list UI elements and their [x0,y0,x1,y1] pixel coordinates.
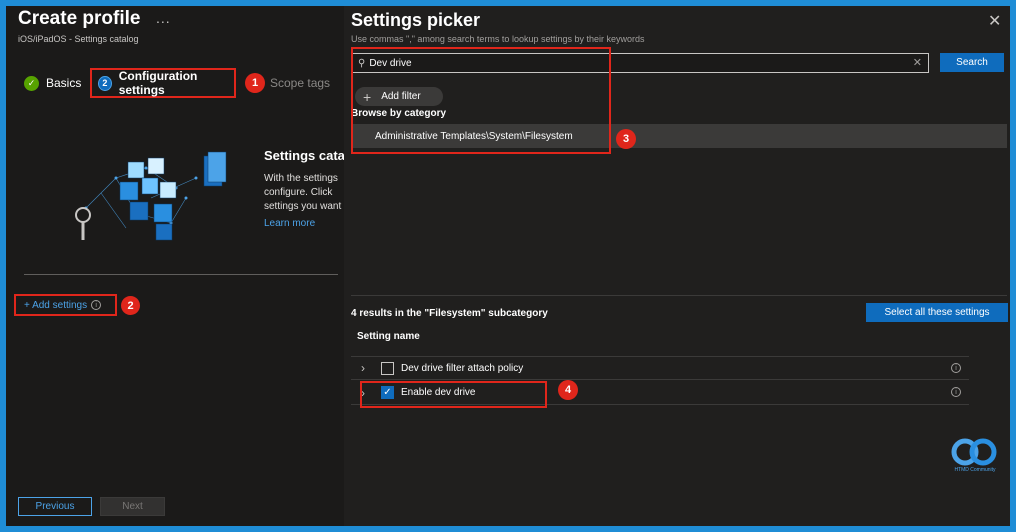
hero-description: With the settings configure. Click setti… [264,172,344,214]
tab-label: Scope tags [270,76,331,90]
close-icon[interactable]: ✕ [988,11,1001,31]
chevron-right-icon[interactable]: › [351,361,371,375]
callout-badge-1: 1 [245,73,265,93]
search-field[interactable]: ⚲ ✕ [351,53,929,73]
hero-line: With the settings [264,173,338,184]
more-options-button[interactable]: ... [156,10,171,26]
check-icon: ✓ [24,75,39,91]
callout-badge-2: 2 [121,296,140,315]
setting-label: Dev drive filter attach policy [401,362,524,374]
tab-basics[interactable]: ✓ Basics [24,68,81,98]
screen-frame: Create profile ... iOS/iPadOS - Settings… [6,6,1010,526]
setting-checkbox[interactable] [381,361,394,375]
info-icon[interactable]: i [951,387,961,397]
plus-icon: + [363,88,372,105]
chevron-right-icon[interactable]: › [351,386,371,400]
setting-label: Enable dev drive [401,387,476,398]
tab-label: Basics [46,76,82,90]
browse-by-category-label: Browse by category [351,108,447,119]
add-settings-label: + Add settings [24,299,88,311]
callout-badge-3: 3 [616,129,636,149]
tab-configuration-settings[interactable]: 2 Configuration settings [90,68,236,98]
setting-checkbox-checked[interactable]: ✓ [381,386,394,399]
column-header-setting-name: Setting name [357,331,420,342]
divider [24,274,338,275]
select-all-button[interactable]: Select all these settings [866,303,1008,322]
next-button[interactable]: Next [100,497,165,516]
settings-picker-panel: Settings picker ✕ Use commas "," among s… [344,6,1010,526]
divider [351,295,1007,296]
htmd-logo-icon [951,438,997,466]
search-input[interactable] [369,57,890,69]
tab-label: Configuration settings [118,69,198,97]
hero-title: Settings catalog [264,148,344,163]
logo-caption: HTMD Community [954,467,996,473]
hero-line: configure. Click [264,187,333,198]
table-row[interactable]: › Dev drive filter attach policy i [351,356,969,380]
info-icon: i [91,300,102,310]
page-title: Create profile [18,8,141,29]
category-item[interactable]: Administrative Templates\System\Filesyst… [351,124,1007,148]
clear-icon[interactable]: ✕ [913,56,922,69]
add-settings-link[interactable]: + Add settings i [14,294,117,316]
search-button[interactable]: Search [940,53,1004,72]
previous-button[interactable]: Previous [18,497,92,516]
tab-scope-tags[interactable]: Scope tags [270,68,330,98]
create-profile-blade: Create profile ... iOS/iPadOS - Settings… [6,6,344,526]
search-icon: ⚲ [358,57,366,69]
add-filter-label: Add filter [381,91,421,102]
page-subtitle: iOS/iPadOS - Settings catalog [18,34,139,44]
search-hint: Use commas "," among search terms to loo… [351,34,645,44]
picker-title: Settings picker [351,10,481,30]
hero-line: settings you want [264,201,342,212]
settings-catalog-illustration [75,151,227,241]
step-number-icon: 2 [98,75,112,91]
callout-badge-4: 4 [558,380,578,400]
table-row[interactable]: › ✓ Enable dev drive i [351,381,969,405]
results-count: 4 results in the "Filesystem" subcategor… [351,308,548,319]
wizard-steps: ✓ Basics 2 Configuration settings Scope … [6,68,344,98]
info-icon[interactable]: i [951,363,961,373]
learn-more-link[interactable]: Learn more [264,218,315,229]
add-filter-button[interactable]: + Add filter [355,87,443,106]
